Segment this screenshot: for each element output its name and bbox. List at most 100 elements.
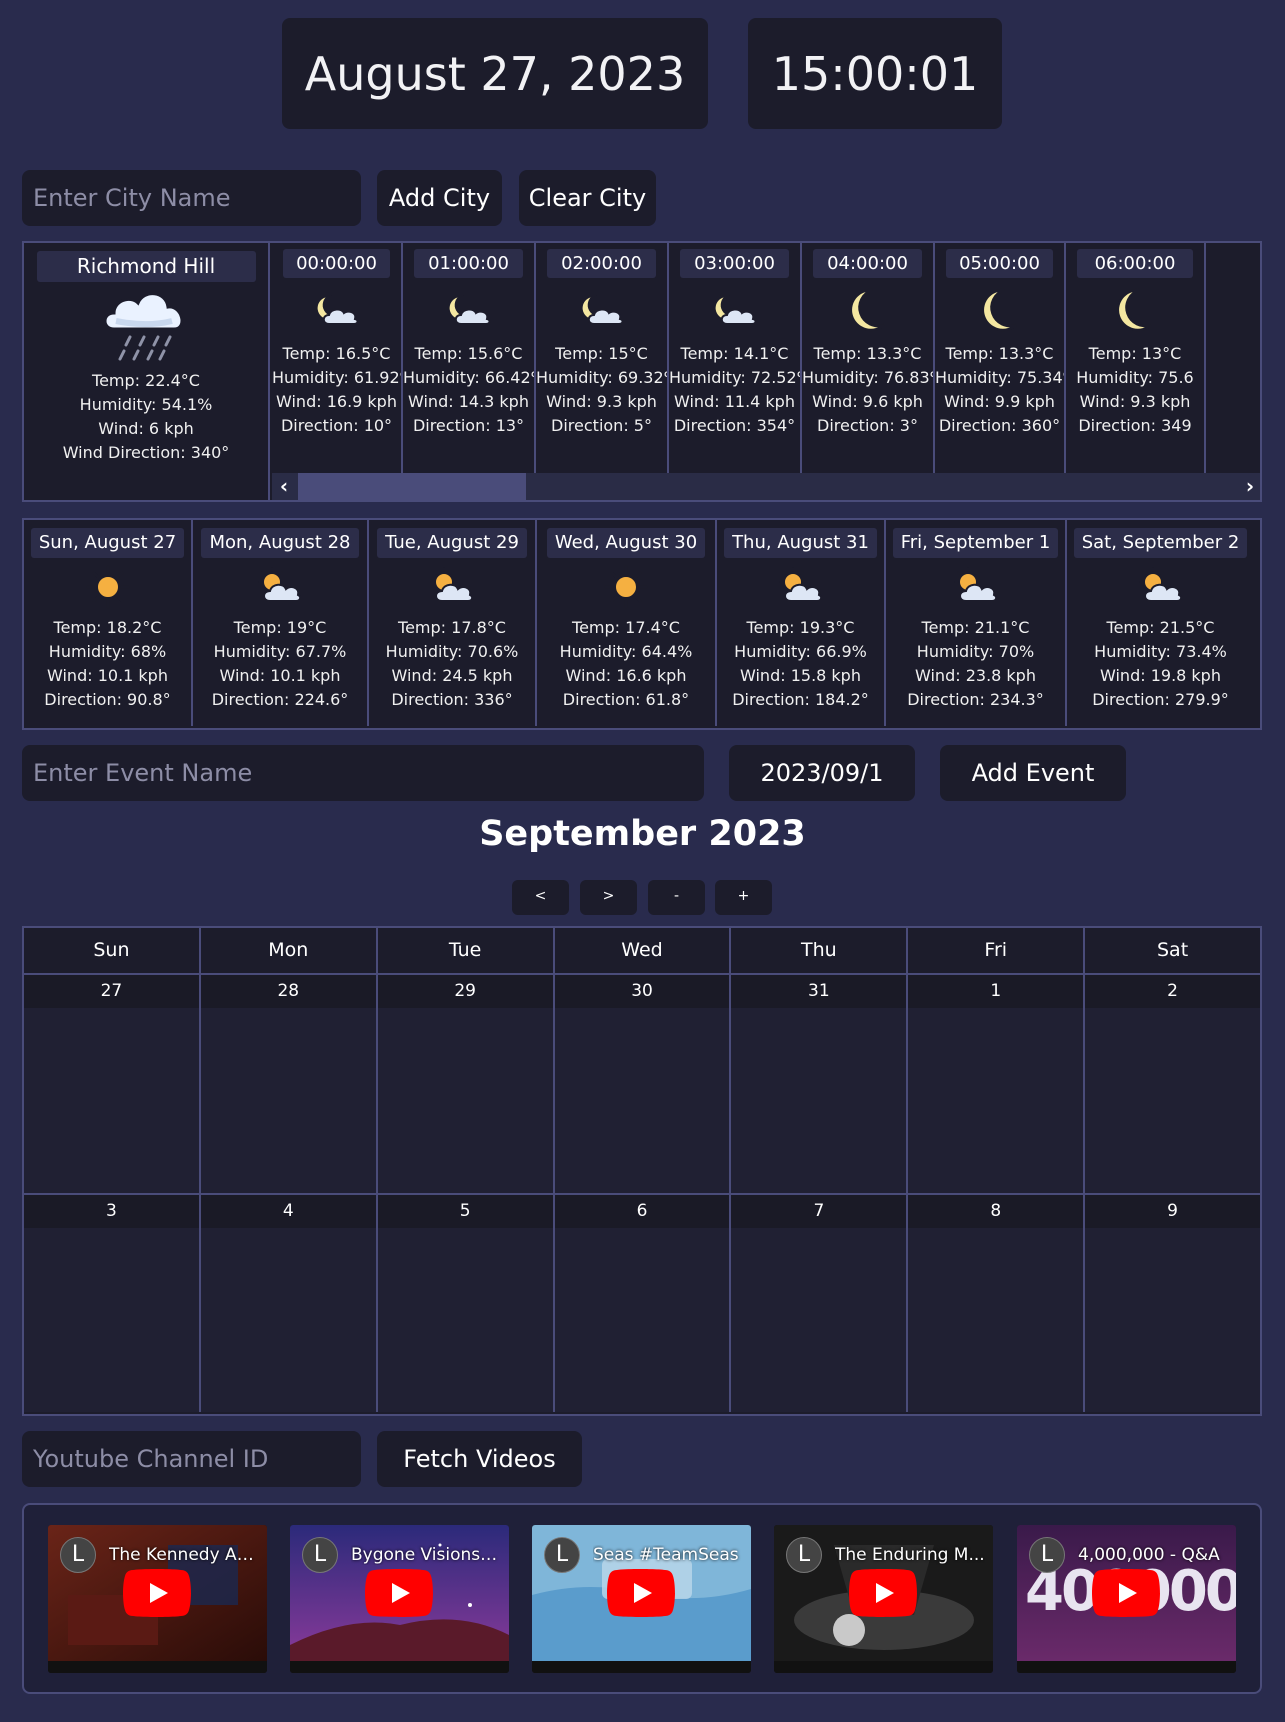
clear-city-button[interactable]: Clear City xyxy=(519,170,656,226)
hourly-forecast[interactable]: 00:00:00 Temp: 16.5°C Humidity: 61.92% W… xyxy=(272,243,1260,473)
calendar-day-cell[interactable]: 8 xyxy=(908,1195,1086,1412)
scroll-left-icon[interactable]: ‹ xyxy=(272,473,296,500)
calendar-grid: Sun Mon Tue Wed Thu Fri Sat 27 28 29 30 31 1 2 3 4 5 6 7 8… xyxy=(22,926,1262,1416)
day-direction: Direction: 336° xyxy=(391,690,513,709)
scroll-right-icon[interactable]: › xyxy=(1238,473,1260,500)
calendar-day-cell[interactable]: 29 xyxy=(377,975,555,1193)
event-name-input[interactable] xyxy=(22,745,704,801)
time-display: 15:00:01 xyxy=(748,18,1002,129)
play-button-icon[interactable] xyxy=(123,1569,191,1617)
video-card[interactable]: 4000000 L 4,000,000 - Q&A xyxy=(1017,1525,1236,1673)
hour-wind: Wind: 14.3 kph xyxy=(408,392,529,411)
calendar-day-number: 7 xyxy=(731,1195,907,1228)
hour-card: 00:00:00 Temp: 16.5°C Humidity: 61.92% W… xyxy=(272,243,403,473)
event-date-input[interactable]: 2023/09/1 xyxy=(729,745,915,801)
video-bottom-bar xyxy=(774,1661,993,1673)
current-temp: Temp: 22.4°C xyxy=(92,371,200,390)
video-card[interactable]: L The Enduring M... xyxy=(774,1525,993,1673)
hour-time-label: 03:00:00 xyxy=(680,249,789,278)
day-direction: Direction: 234.3° xyxy=(907,690,1044,709)
calendar-zoom-out-button[interactable]: - xyxy=(648,880,705,915)
calendar-day-cell[interactable]: 31 xyxy=(731,975,909,1193)
hour-wind: Wind: 16.9 kph xyxy=(276,392,397,411)
hour-wind: Wind: 9.9 kph xyxy=(944,392,1055,411)
day-card: Sun, August 27 Temp: 18.2°C Humidity: 68… xyxy=(24,520,193,726)
play-button-icon[interactable] xyxy=(607,1569,675,1617)
hour-direction: Direction: 349 xyxy=(1078,416,1192,435)
day-wind: Wind: 19.8 kph xyxy=(1100,666,1221,685)
sun-icon xyxy=(537,558,715,616)
channel-logo-icon: L xyxy=(1029,1537,1065,1573)
hour-time-label: 02:00:00 xyxy=(547,249,656,278)
day-direction: Direction: 61.8° xyxy=(562,690,690,709)
day-label: Mon, August 28 xyxy=(201,528,359,558)
hour-temp: Temp: 13.3°C xyxy=(813,344,922,363)
hour-wind: Wind: 11.4 kph xyxy=(674,392,795,411)
calendar-day-number: 5 xyxy=(377,1195,553,1228)
cloud-rain-icon xyxy=(103,292,184,361)
day-label: Sun, August 27 xyxy=(30,528,185,558)
sun-cloud-icon xyxy=(717,558,884,616)
day-label: Sat, September 2 xyxy=(1073,528,1248,558)
hour-humidity: Humidity: 75.6 xyxy=(1076,368,1194,387)
day-temp: Temp: 18.2°C xyxy=(53,618,162,637)
play-button-icon[interactable] xyxy=(849,1569,917,1617)
day-humidity: Humidity: 66.9% xyxy=(734,642,867,661)
day-card: Wed, August 30 Temp: 17.4°C Humidity: 64… xyxy=(537,520,717,726)
hourly-scrollbar[interactable]: ‹ › xyxy=(272,473,1260,500)
current-wind: Wind: 6 kph xyxy=(98,419,194,438)
youtube-channel-input[interactable] xyxy=(22,1431,361,1487)
video-panel: L The Kennedy As... L Bygone Visions ... xyxy=(22,1503,1262,1694)
weekday-wed: Wed xyxy=(555,928,732,973)
hour-time-label: 04:00:00 xyxy=(813,249,922,278)
weather-panel: Richmond Hill Temp: 22.4°C Humidity: 54.… xyxy=(22,241,1262,502)
calendar-day-number: 8 xyxy=(908,1195,1084,1228)
calendar-day-cell[interactable]: 5 xyxy=(377,1195,555,1412)
day-wind: Wind: 15.8 kph xyxy=(740,666,861,685)
calendar-day-cell[interactable]: 1 xyxy=(908,975,1086,1193)
weekday-sat: Sat xyxy=(1157,939,1189,961)
calendar-next-button[interactable]: > xyxy=(580,880,637,915)
calendar-prev-button[interactable]: < xyxy=(512,880,569,915)
daily-forecast: Sun, August 27 Temp: 18.2°C Humidity: 68… xyxy=(22,518,1262,730)
calendar-day-number: 30 xyxy=(554,975,730,1008)
weekday-mon: Mon xyxy=(201,928,378,973)
city-name-input[interactable] xyxy=(22,170,361,226)
video-card[interactable]: L Seas #TeamSeas xyxy=(532,1525,751,1673)
calendar-title: September 2023 xyxy=(479,814,806,854)
video-title: 4,000,000 - Q&A xyxy=(1078,1545,1220,1565)
add-city-button[interactable]: Add City xyxy=(377,170,502,226)
moon-cloud-icon xyxy=(403,278,534,342)
video-card[interactable]: L The Kennedy As... xyxy=(48,1525,267,1673)
moon-cloud-icon xyxy=(272,278,401,342)
play-button-icon[interactable] xyxy=(365,1569,433,1617)
day-label: Fri, September 1 xyxy=(892,528,1059,558)
calendar-day-cell[interactable]: 30 xyxy=(554,975,732,1193)
weekday-fri: Fri xyxy=(908,928,1086,973)
fetch-videos-button[interactable]: Fetch Videos xyxy=(377,1431,582,1487)
calendar-day-cell[interactable]: 7 xyxy=(731,1195,909,1412)
day-wind: Wind: 16.6 kph xyxy=(565,666,687,685)
day-humidity: Humidity: 67.7% xyxy=(213,642,347,661)
calendar-day-cell[interactable]: 2 xyxy=(1085,975,1261,1193)
hour-humidity: Humidity: 76.83% xyxy=(802,368,933,387)
day-temp: Temp: 21.5°C xyxy=(1106,618,1215,637)
calendar-day-number: 3 xyxy=(24,1195,199,1228)
calendar-day-cell[interactable]: 6 xyxy=(554,1195,732,1412)
play-button-icon[interactable] xyxy=(1092,1569,1160,1617)
channel-logo-icon: L xyxy=(544,1537,580,1573)
calendar-zoom-in-button[interactable]: + xyxy=(715,880,772,915)
hour-direction: Direction: 3° xyxy=(817,416,918,435)
calendar-day-cell[interactable]: 9 xyxy=(1085,1195,1261,1412)
day-label: Thu, August 31 xyxy=(724,528,877,558)
calendar-day-cell[interactable]: 27 xyxy=(24,975,201,1193)
calendar-day-cell[interactable]: 3 xyxy=(24,1195,201,1412)
scrollbar-thumb[interactable] xyxy=(298,473,526,500)
video-bottom-bar xyxy=(532,1661,751,1673)
calendar-day-cell[interactable]: 4 xyxy=(200,1195,378,1412)
add-event-button[interactable]: Add Event xyxy=(940,745,1126,801)
video-card[interactable]: L Bygone Visions ... xyxy=(290,1525,509,1673)
calendar-day-number: 31 xyxy=(731,975,907,1008)
calendar-day-cell[interactable]: 28 xyxy=(200,975,378,1193)
day-label: Wed, August 30 xyxy=(546,528,706,558)
